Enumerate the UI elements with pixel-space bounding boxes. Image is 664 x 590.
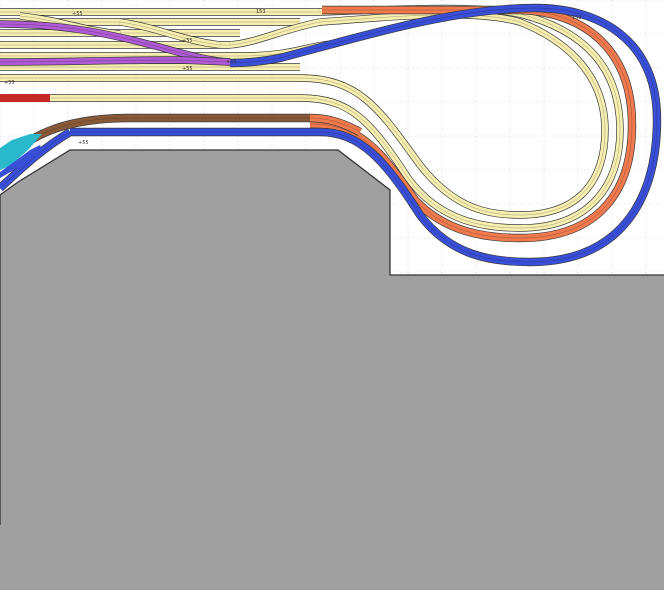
track-label-2: 153 — [256, 9, 266, 15]
track-label-6: 159 — [572, 15, 582, 21]
track-label-5: +55 — [4, 80, 15, 86]
track-siding-red[interactable] — [0, 94, 50, 102]
track-label-1: +55 — [72, 11, 83, 17]
track-label-3: +55 — [182, 38, 193, 44]
track-label-7: +55 — [78, 140, 89, 146]
track-purple-lower[interactable] — [0, 56, 231, 66]
track-label-4: +55 — [182, 66, 193, 72]
track-layout-canvas[interactable]: +55 153 +55 +55 +55 159 +55 +55 — [0, 0, 664, 590]
track-label-8: +55 — [226, 59, 237, 65]
